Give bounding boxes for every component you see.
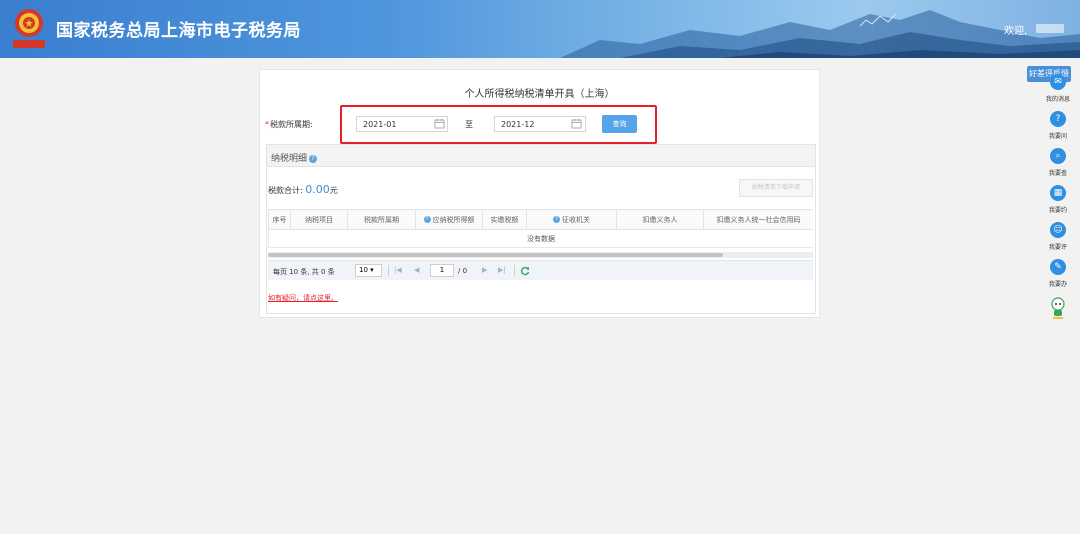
scrollbar-thumb[interactable] <box>268 253 723 257</box>
site-header: 国家税务总局上海市电子税务局 欢迎, <box>0 0 1080 58</box>
divider <box>514 265 515 276</box>
sidebar-item-ask[interactable]: ? 我要问 <box>1046 111 1070 140</box>
edit-icon: ✎ <box>1050 259 1066 275</box>
next-page-icon[interactable]: ▶ <box>482 266 487 274</box>
column-header[interactable]: ? 应纳税所得额 <box>415 209 483 230</box>
sidebar-item-label: 我要约 <box>1048 207 1067 214</box>
tax-detail-section: 纳税明细? 税款合计: 0.00元 纳税清单下载申请 序号 纳税项目 税款所属期 <box>266 144 816 314</box>
tax-total: 税款合计: 0.00元 <box>268 183 338 196</box>
sidebar-item-search[interactable]: ⌕ 我要查 <box>1046 148 1070 177</box>
red-highlight-box <box>340 105 657 144</box>
calendar-icon: ▦ <box>1050 185 1066 201</box>
tax-total-unit: 元 <box>329 186 338 195</box>
sidebar-item-handle[interactable]: ✎ 我要办 <box>1046 259 1070 288</box>
tax-total-value: 0.00 <box>305 183 330 196</box>
detail-title-text: 纳税明细 <box>271 154 308 164</box>
refresh-icon[interactable] <box>520 266 530 276</box>
prev-page-icon[interactable]: ◀ <box>414 266 419 274</box>
tax-period-label-text: 税款所属期: <box>270 120 313 129</box>
divider <box>388 265 389 276</box>
rate-icon: ☺ <box>1050 222 1066 238</box>
page-size-value: 10 <box>359 266 368 274</box>
total-pages: / 0 <box>458 267 468 275</box>
tax-total-label: 税款合计: <box>268 186 303 195</box>
sidebar-item-appointment[interactable]: ▦ 我要约 <box>1046 185 1070 214</box>
column-header-text: 征收机关 <box>562 215 590 224</box>
help-icon[interactable]: ? <box>309 154 318 163</box>
message-icon: ✉ <box>1050 74 1066 90</box>
table-row: 没有数据 <box>268 229 813 248</box>
column-header[interactable]: 税款所属期 <box>347 209 416 230</box>
column-header[interactable]: 扣缴义务人 <box>616 209 704 230</box>
help-icon[interactable]: ? <box>553 216 560 223</box>
tax-statement-panel: 个人所得税纳税清单开具（上海） *税款所属期: 至 查询 纳税明细? 税款合计:… <box>259 69 820 318</box>
help-icon[interactable]: ? <box>423 216 431 223</box>
column-header[interactable]: 扣缴义务人统一社会信用码 <box>703 209 813 230</box>
sidebar-item-messages[interactable]: ✉ 我的消息 <box>1046 74 1070 103</box>
page-title: 个人所得税纳税清单开具（上海） <box>464 89 615 100</box>
column-header-text: 应纳税所得额 <box>432 215 475 224</box>
welcome-text: 欢迎, <box>1004 26 1028 37</box>
download-request-button[interactable]: 纳税清单下载申请 <box>739 179 813 197</box>
question-icon: ? <box>1050 111 1066 127</box>
column-header[interactable]: ? 征收机关 <box>526 209 617 230</box>
sidebar-item-label: 我要问 <box>1048 133 1067 140</box>
sidebar-item-label: 我的消息 <box>1046 96 1071 103</box>
detail-title: 纳税明细? <box>271 151 318 164</box>
column-header[interactable]: 序号 <box>268 209 291 230</box>
search-icon: ⌕ <box>1050 148 1066 164</box>
horizontal-scrollbar[interactable] <box>268 252 813 258</box>
tax-bureau-emblem-icon <box>13 9 45 48</box>
column-header[interactable]: 纳税项目 <box>290 209 348 230</box>
empty-state-text: 没有数据 <box>268 229 813 248</box>
sidebar-item-label: 我要查 <box>1048 170 1067 177</box>
user-name-masked <box>1036 24 1064 33</box>
page-size-select[interactable]: 10 ▾ <box>355 264 382 277</box>
pagination-bar: 每页 10 条, 共 0 条 10 ▾ |◀ ◀ 1 / 0 ▶ ▶| <box>268 260 813 280</box>
sidebar-item-rate[interactable]: ☺ 我要评 <box>1046 222 1070 251</box>
first-page-icon[interactable]: |◀ <box>394 266 402 274</box>
required-mark: * <box>265 120 269 129</box>
column-header[interactable]: 实缴税额 <box>482 209 527 230</box>
detail-header: 纳税明细? <box>267 145 815 167</box>
last-page-icon[interactable]: ▶| <box>498 266 506 274</box>
pagination-info: 每页 10 条, 共 0 条 <box>273 268 335 276</box>
help-link[interactable]: 如有疑问，请点这里。 <box>268 293 338 303</box>
table-header-row: 序号 纳税项目 税款所属期 ? 应纳税所得额 实缴税额 ? 征收机关 扣缴义务人 扣… <box>268 209 813 230</box>
current-page-input[interactable]: 1 <box>430 264 454 277</box>
site-title: 国家税务总局上海市电子税务局 <box>56 21 301 41</box>
sidebar-item-label: 我要办 <box>1048 281 1067 288</box>
tax-period-label: *税款所属期: <box>265 119 313 130</box>
sidebar-item-label: 我要评 <box>1048 244 1067 251</box>
assistant-robot-icon[interactable] <box>1050 296 1066 320</box>
